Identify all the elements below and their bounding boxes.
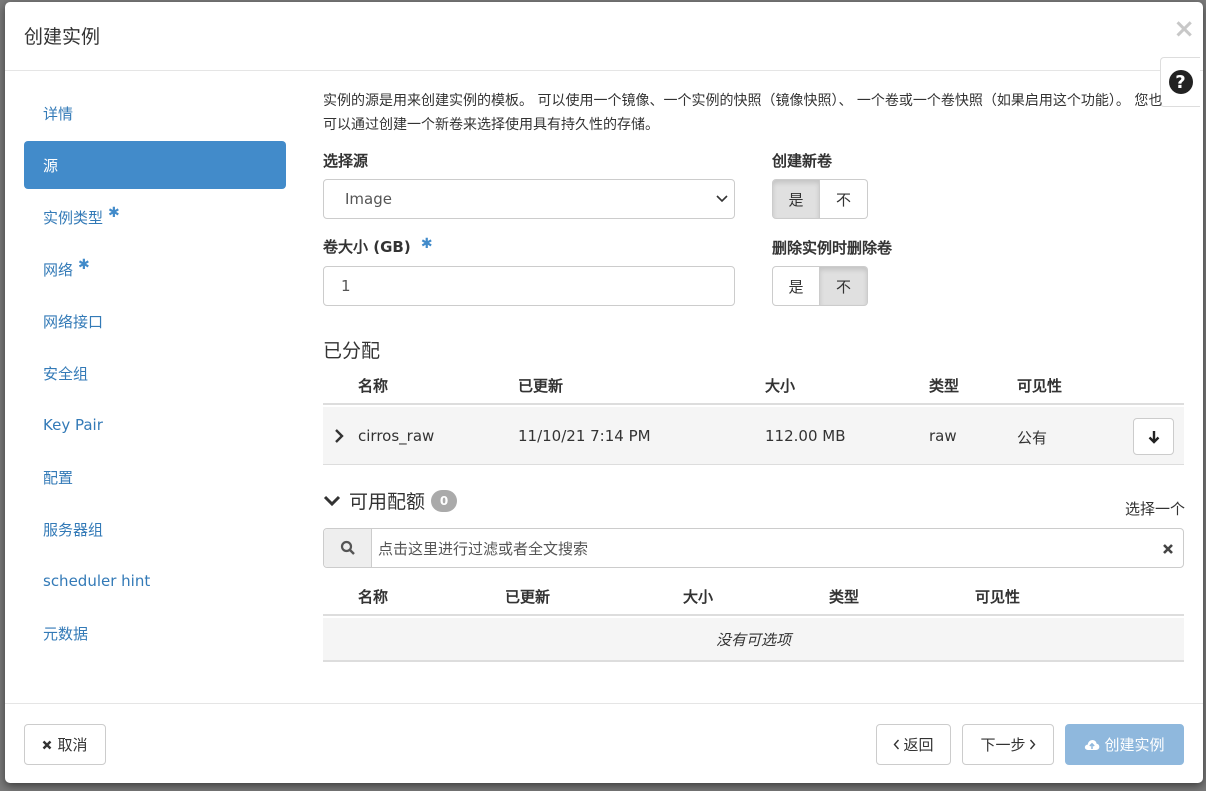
- source-intro-text: 实例的源是用来创建实例的模板。 可以使用一个镜像、一个实例的快照（镜像快照）、 …: [323, 93, 1163, 133]
- search-input[interactable]: 点击这里进行过滤或者全文搜索: [378, 538, 588, 559]
- required-star-icon: ✱: [108, 205, 120, 221]
- next-button[interactable]: 下一步: [962, 724, 1054, 765]
- create-volume-yes-button[interactable]: 是: [772, 179, 820, 219]
- sidebar-item-configuration[interactable]: 配置: [24, 453, 286, 501]
- sidebar-item-metadata[interactable]: 元数据: [24, 609, 286, 657]
- search-icon-addon: [324, 529, 372, 567]
- chevron-right-icon: [1029, 739, 1035, 750]
- available-title-toggle[interactable]: 可用配额 0: [323, 487, 458, 514]
- select-source-dropdown[interactable]: Image: [323, 179, 735, 219]
- column-header: 已更新: [518, 377, 564, 395]
- chevron-down-icon: [716, 195, 728, 203]
- delete-volume-yes-button[interactable]: 是: [772, 266, 820, 306]
- column-header: 名称: [358, 377, 389, 395]
- chevron-left-icon: [894, 739, 900, 750]
- select-source-label: 选择源: [323, 152, 369, 170]
- modal-title: 创建实例: [24, 26, 101, 48]
- available-title: 可用配额: [349, 491, 426, 513]
- empty-table-message: 没有可选项: [323, 618, 1184, 662]
- volume-size-label-wrap: 卷大小 (GB) ✱: [323, 236, 735, 257]
- sidebar-item-source[interactable]: 源: [24, 141, 286, 189]
- create-volume-toggle: 是 不: [772, 179, 868, 219]
- image-name: cirros_raw: [358, 427, 435, 445]
- deallocate-button[interactable]: [1133, 418, 1174, 455]
- modal-footer: 取消 返回 下一步 创建实例: [5, 703, 1203, 783]
- back-button[interactable]: 返回: [876, 724, 951, 765]
- column-header: 类型: [829, 588, 860, 606]
- image-type: raw: [929, 427, 957, 445]
- sidebar-item-key-pair[interactable]: Key Pair: [24, 401, 286, 449]
- column-header: 大小: [765, 377, 796, 395]
- wizard-sidebar: 详情 源 实例类型 ✱ 网络 ✱ 网络接口 安全组 Key Pair 配置 服务…: [24, 89, 286, 661]
- chevron-down-icon: [323, 495, 341, 506]
- image-visibility: 公有: [1017, 429, 1048, 447]
- column-header: 名称: [358, 588, 389, 606]
- create-volume-label: 创建新卷: [772, 152, 833, 170]
- image-updated: 11/10/21 7:14 PM: [518, 427, 651, 445]
- sidebar-item-server-groups[interactable]: 服务器组: [24, 505, 286, 553]
- column-header: 可见性: [1017, 377, 1063, 395]
- cloud-upload-icon: [1085, 739, 1100, 750]
- volume-size-label: 卷大小 (GB): [323, 238, 411, 256]
- sidebar-item-scheduler-hint[interactable]: scheduler hint: [24, 557, 286, 605]
- delete-volume-toggle: 是 不: [772, 266, 892, 306]
- arrow-down-icon: [1148, 430, 1159, 444]
- source-step-content: 实例的源是用来创建实例的模板。 可以使用一个镜像、一个实例的快照（镜像快照）、 …: [323, 89, 1185, 662]
- column-header: 可见性: [975, 588, 1021, 606]
- select-source-group: 选择源 Image: [323, 150, 735, 219]
- delete-volume-no-button[interactable]: 不: [820, 266, 868, 306]
- sidebar-item-security-groups[interactable]: 安全组: [24, 349, 286, 397]
- volume-size-group: 卷大小 (GB) ✱ 1: [323, 236, 735, 306]
- sidebar-item-networks[interactable]: 网络 ✱: [24, 245, 286, 293]
- column-header: 类型: [929, 377, 960, 395]
- close-icon: [43, 740, 52, 749]
- delete-volume-label: 删除实例时删除卷: [772, 239, 893, 257]
- image-size: 112.00 MB: [765, 427, 846, 445]
- search-icon: [340, 540, 355, 555]
- allocated-title: 已分配: [323, 340, 381, 362]
- required-star-icon: ✱: [78, 257, 90, 273]
- column-header: 已更新: [505, 588, 551, 606]
- create-instance-button[interactable]: 创建实例: [1065, 724, 1184, 765]
- create-volume-no-button[interactable]: 不: [820, 179, 868, 219]
- allocated-table-header: 名称 已更新 大小 类型 可见性: [323, 365, 1184, 405]
- table-row: cirros_raw 11/10/21 7:14 PM 112.00 MB ra…: [323, 407, 1184, 465]
- chevron-right-icon[interactable]: [333, 429, 345, 443]
- clear-search-icon[interactable]: [1162, 543, 1174, 555]
- filter-search-bar: 点击这里进行过滤或者全文搜索: [323, 528, 1184, 568]
- available-count-badge: 0: [431, 489, 458, 512]
- select-one-hint: 选择一个: [1124, 500, 1185, 518]
- close-icon[interactable]: ×: [1173, 16, 1195, 42]
- sidebar-item-network-ports[interactable]: 网络接口: [24, 297, 286, 345]
- sidebar-item-details[interactable]: 详情: [24, 89, 286, 137]
- cancel-button[interactable]: 取消: [24, 724, 106, 765]
- modal-header: 创建实例 ×: [5, 2, 1203, 71]
- create-instance-modal: 创建实例 × ? 详情 源 实例类型 ✱ 网络 ✱ 网络接口 安全组 Key P…: [5, 2, 1203, 783]
- create-volume-group: 创建新卷 是 不: [772, 150, 868, 219]
- required-star-icon: ✱: [420, 236, 433, 252]
- available-table-header: 名称 已更新 大小 类型 可见性: [323, 576, 1184, 616]
- delete-volume-group: 删除实例时删除卷 是 不: [772, 237, 892, 306]
- sidebar-item-flavor[interactable]: 实例类型 ✱: [24, 193, 286, 241]
- volume-size-input[interactable]: 1: [323, 266, 735, 306]
- column-header: 大小: [683, 588, 714, 606]
